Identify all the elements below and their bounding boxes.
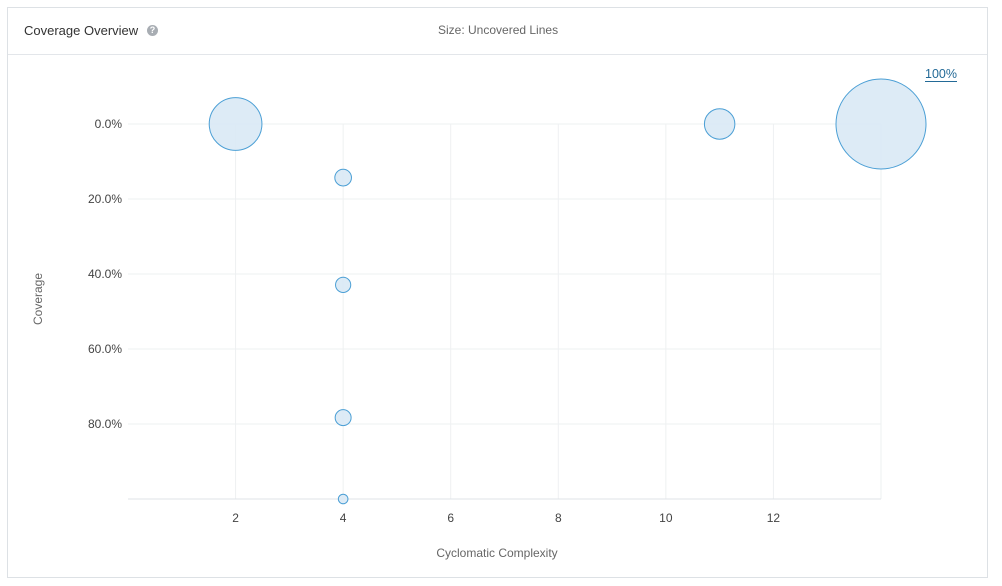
data-bubble	[208, 97, 263, 151]
y-tick-label: 20.0%	[88, 192, 122, 206]
data-bubble	[835, 78, 927, 170]
y-tick-label: 0.0%	[95, 117, 123, 131]
data-bubble	[335, 276, 352, 293]
x-tick-label: 10	[659, 511, 673, 525]
grid	[128, 123, 882, 500]
bubbles	[208, 78, 927, 505]
x-tick-label: 6	[447, 511, 454, 525]
x-tick-label: 8	[555, 511, 562, 525]
x-tick-label: 12	[767, 511, 781, 525]
y-tick-label: 80.0%	[88, 417, 122, 431]
bubble-chart: 0.0% 20.0% 40.0% 60.0% 80.0% 2 4 6 8 10 12 Cycloma…	[31, 78, 927, 560]
data-bubble	[334, 168, 352, 187]
y-tick-label: 40.0%	[88, 267, 122, 281]
x-tick-label: 4	[340, 511, 347, 525]
x-axis-title: Cyclomatic Complexity	[436, 546, 557, 560]
y-tick-label: 60.0%	[88, 342, 122, 356]
data-bubble	[703, 108, 736, 140]
data-bubble	[334, 409, 352, 427]
data-bubble	[337, 493, 349, 505]
x-tick-label: 2	[232, 511, 239, 525]
axes: 0.0% 20.0% 40.0% 60.0% 80.0% 2 4 6 8 10 12	[88, 117, 780, 525]
y-axis-title: Coverage	[31, 273, 45, 325]
